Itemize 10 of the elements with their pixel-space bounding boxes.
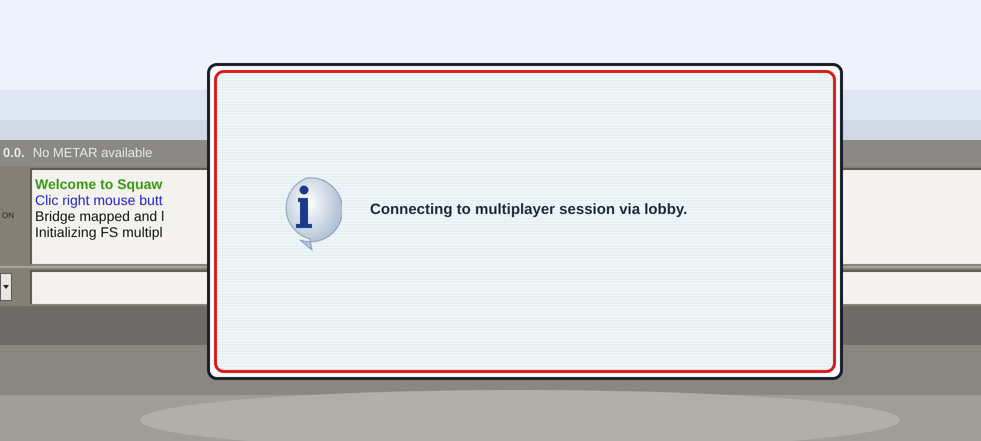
log-line: Bridge mapped and l (35, 208, 164, 224)
side-label: ON (1, 210, 15, 222)
dropdown-button[interactable] (0, 273, 12, 301)
log-line: Welcome to Squaw (35, 176, 162, 192)
caret-icon (3, 285, 9, 289)
log-line: Clic right mouse butt (35, 192, 163, 208)
dialog-message: Connecting to multiplayer session via lobby. (370, 200, 688, 220)
log-line: Initializing FS multipl (35, 224, 163, 240)
version-text: 0.0. (3, 144, 25, 162)
status-message: No METAR available (32, 144, 152, 162)
